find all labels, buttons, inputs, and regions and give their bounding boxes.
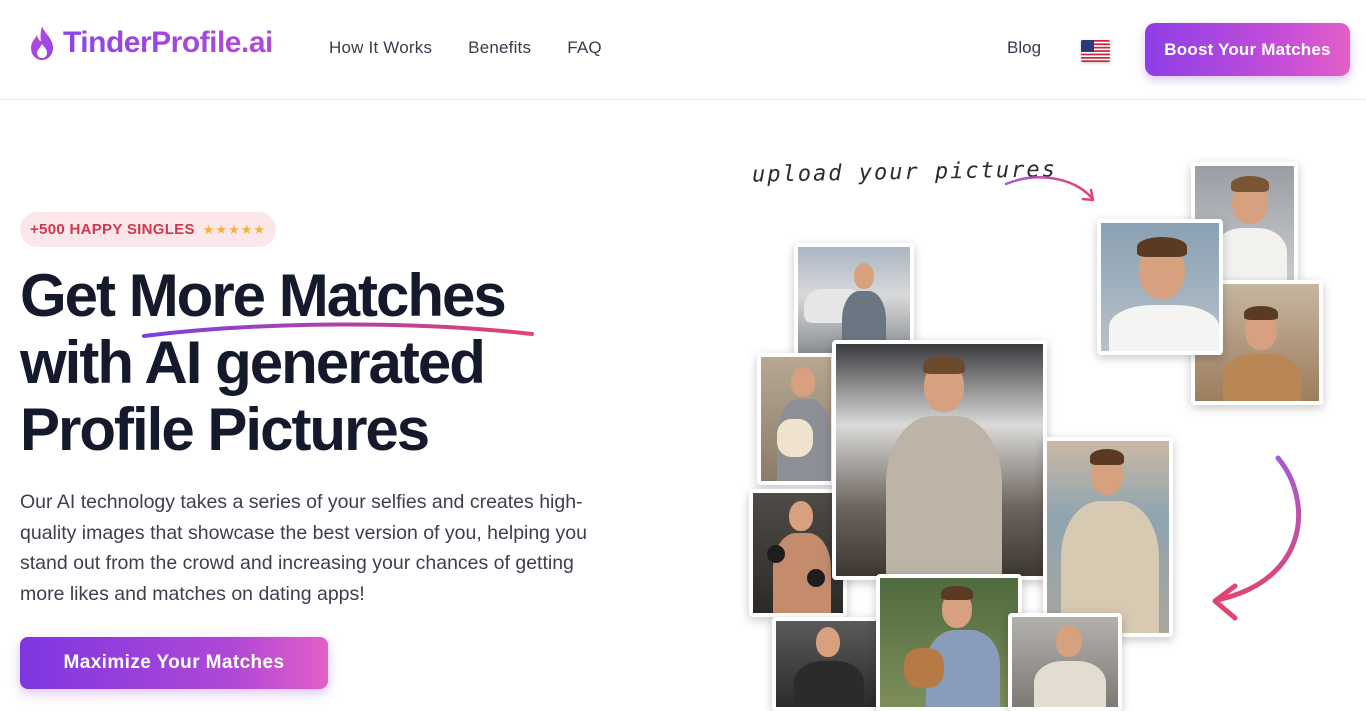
selfie-photo-3 xyxy=(1097,219,1223,355)
logo[interactable]: TinderProfile.ai xyxy=(27,24,273,62)
headline-line-3: Profile Pictures xyxy=(20,396,430,463)
hero-description: Our AI technology takes a series of your… xyxy=(20,491,587,605)
happy-singles-badge: +500 HAPPY SINGLES ★★★★★ xyxy=(20,212,277,247)
generated-photo-park-dog xyxy=(876,574,1022,711)
arrow-icon xyxy=(1004,176,1095,202)
nav-benefits[interactable]: Benefits xyxy=(468,38,531,58)
nav-blog[interactable]: Blog xyxy=(1007,38,1041,58)
nav-how-it-works[interactable]: How It Works xyxy=(329,38,432,58)
us-flag-icon[interactable] xyxy=(1081,40,1110,62)
boost-matches-button[interactable]: Boost Your Matches xyxy=(1145,23,1350,76)
generated-photo-office xyxy=(1008,613,1122,711)
flame-icon xyxy=(31,26,53,60)
generated-photo-chair xyxy=(772,617,880,711)
rating-stars: ★★★★★ xyxy=(202,221,267,237)
badge-text: +500 HAPPY SINGLES xyxy=(30,221,195,238)
generated-photo-dog xyxy=(757,353,835,485)
curved-arrow-icon xyxy=(1212,455,1302,621)
generated-photo-runway xyxy=(832,340,1047,580)
nav-faq[interactable]: FAQ xyxy=(567,38,602,58)
hero-headline: Get More Matches with AI generated Profi… xyxy=(20,262,640,463)
headline-underline xyxy=(142,322,534,338)
maximize-matches-button[interactable]: Maximize Your Matches xyxy=(20,637,328,689)
generated-photo-harbor xyxy=(1043,437,1173,637)
main-nav: How It Works Benefits FAQ xyxy=(329,38,602,58)
site-header: TinderProfile.ai How It Works Benefits F… xyxy=(0,0,1366,100)
logo-text: TinderProfile.ai xyxy=(63,26,273,59)
